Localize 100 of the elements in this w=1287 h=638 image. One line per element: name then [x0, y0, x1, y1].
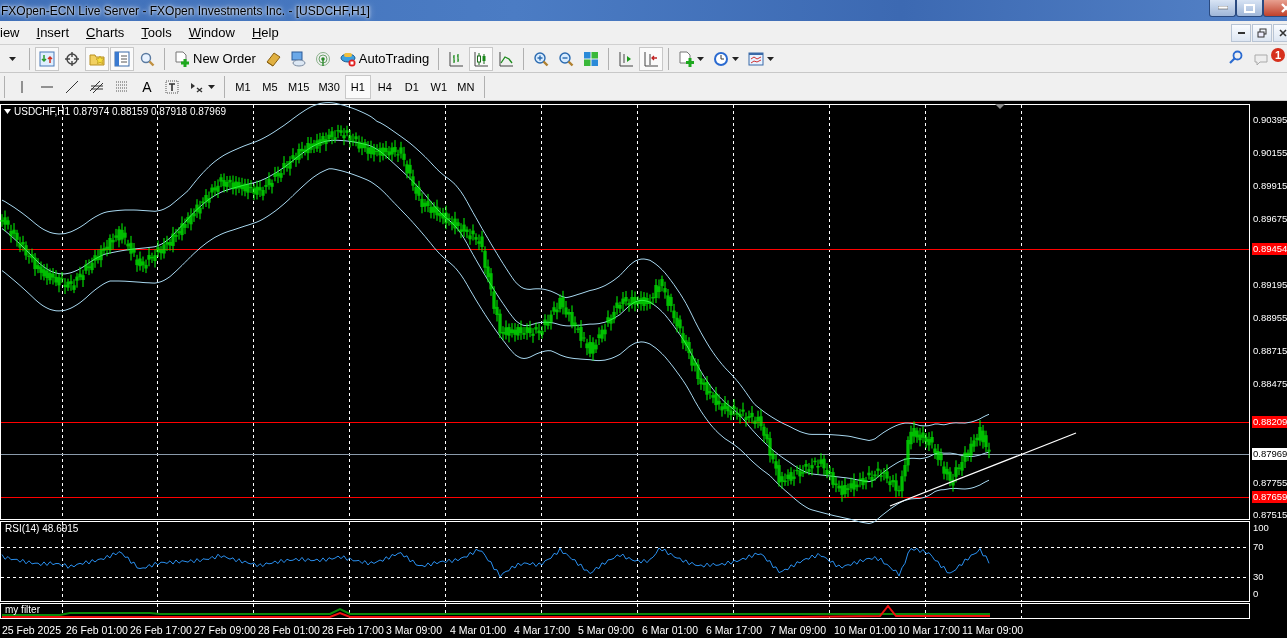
market-watch-icon — [39, 50, 55, 67]
time-label: 28 Feb 17:00 — [322, 624, 385, 636]
search-icon — [1228, 50, 1243, 64]
chat-bubble-icon — [1252, 51, 1269, 66]
minimize-button[interactable] — [1209, 0, 1236, 17]
window-title: FXOpen-ECN Live Server - FXOpen Investments Inc. - [USDCHF,H1] — [0, 3, 370, 18]
zoom-in-icon — [533, 50, 550, 67]
child-minimize-button[interactable] — [1231, 23, 1251, 42]
maximize-button[interactable] — [1236, 0, 1263, 17]
timeframe-tab[interactable]: M1 — [230, 74, 256, 99]
list-window-button[interactable] — [110, 46, 134, 71]
caret-icon — [732, 56, 740, 61]
timeframe-tab[interactable]: MN — [452, 74, 479, 99]
timeframe-tab[interactable]: H1 — [344, 74, 371, 99]
candlestick-button[interactable] — [469, 46, 494, 71]
child-restore-button[interactable] — [1252, 23, 1272, 42]
market-watch-button[interactable] — [35, 46, 59, 71]
time-label: 11 Mar 09:00 — [962, 624, 1025, 636]
list-window-icon — [114, 50, 130, 67]
rsi-scale-label: 30 — [1252, 571, 1265, 583]
robot-stop-button[interactable]: AutoTrading — [335, 46, 434, 71]
minimize-icon — [1217, 6, 1228, 10]
bar-chart-icon — [448, 50, 465, 67]
price-label: 0.88955 — [1252, 312, 1287, 324]
menu-item[interactable]: Window — [180, 25, 244, 40]
current-price-label: 0.87969 — [1252, 448, 1287, 460]
trend-line-icon — [64, 78, 80, 95]
dotted-grid-icon — [114, 78, 130, 95]
shift-arrow-icon — [643, 50, 660, 67]
shift-arrow-button[interactable] — [639, 46, 664, 71]
clock-icon — [713, 50, 730, 67]
folder-star-button[interactable] — [85, 46, 109, 71]
scroll-arrow-icon — [618, 50, 635, 67]
time-label: 5 Mar 09:00 — [578, 624, 636, 636]
price-label: 0.88475 — [1252, 378, 1287, 390]
time-label: 27 Feb 09:00 — [194, 624, 257, 636]
price-label: 0.89915 — [1252, 180, 1287, 192]
line-chart-icon — [498, 50, 515, 67]
channel-lines-icon — [89, 78, 105, 95]
timeframe-tab[interactable]: M30 — [314, 74, 344, 99]
chart-shift-marker-icon[interactable] — [995, 104, 1005, 109]
rsi-label: RSI(14) 48.6915 — [5, 523, 79, 534]
zoom-out-icon — [558, 50, 575, 67]
maximize-icon — [1244, 3, 1255, 13]
rsi-scale-label: 70 — [1252, 541, 1265, 553]
chart-symbol: USDCHF,H1 — [14, 106, 71, 117]
rsi-scale-label: 0 — [1252, 588, 1260, 600]
rsi-scale-label: 100 — [1252, 522, 1270, 534]
menu-item[interactable]: Charts — [78, 25, 134, 40]
close-icon — [1278, 27, 1287, 38]
crosshair-icon — [64, 50, 80, 67]
time-label: 25 Feb 2025 — [2, 624, 62, 636]
time-label: 7 Mar 09:00 — [770, 624, 828, 636]
filter-label: my filter — [5, 604, 40, 615]
timeframe-tab[interactable]: M15 — [284, 74, 314, 99]
menu-item[interactable]: Tools — [133, 25, 181, 40]
price-label: 0.88715 — [1252, 345, 1287, 357]
template-icon — [748, 50, 765, 67]
time-label: 6 Mar 01:00 — [642, 624, 700, 636]
price-label: 0.90395 — [1252, 114, 1287, 126]
timeframe-tab[interactable]: H4 — [371, 74, 398, 99]
time-label: 26 Feb 17:00 — [130, 624, 193, 636]
vertical-line-icon — [21, 80, 23, 93]
time-label: 4 Mar 17:00 — [514, 624, 572, 636]
child-close-button[interactable] — [1273, 23, 1287, 42]
ohlc-values: 0.87974 0.88159 0.87918 0.87969 — [73, 106, 227, 117]
time-label: 3 Mar 09:00 — [386, 624, 444, 636]
new-chart-icon — [678, 50, 695, 67]
candlestick-icon — [473, 50, 490, 67]
minimize-icon — [1237, 31, 1245, 34]
price-level-label: 0.88209 — [1252, 416, 1287, 428]
signal-icon — [314, 50, 331, 67]
horizontal-line-icon — [41, 85, 53, 88]
timeframe-tab[interactable]: W1 — [425, 74, 452, 99]
caret-icon — [8, 56, 16, 61]
monitor-cloud-icon — [289, 50, 306, 67]
price-label: 0.87755 — [1252, 477, 1287, 489]
time-label: 4 Mar 01:00 — [450, 624, 508, 636]
price-label: 0.87515 — [1252, 509, 1287, 521]
timeframe-tab[interactable]: M5 — [257, 74, 283, 99]
text-tool-button[interactable]: A — [135, 74, 159, 99]
menu-item[interactable]: iew — [0, 25, 29, 40]
menu-item[interactable]: Help — [243, 25, 288, 40]
trend-line[interactable] — [889, 432, 1077, 507]
collapse-triangle-icon[interactable] — [4, 109, 11, 114]
time-label: 6 Mar 17:00 — [706, 624, 764, 636]
menu-item[interactable]: Insert — [28, 25, 79, 40]
document-plus-button[interactable]: New Order — [170, 46, 260, 71]
caret-icon — [208, 84, 215, 89]
text-box-icon — [164, 78, 180, 95]
time-label: 28 Feb 01:00 — [258, 624, 321, 636]
price-level-label: 0.89454 — [1252, 243, 1287, 255]
price-label: 0.89675 — [1252, 213, 1287, 225]
caret-icon — [697, 56, 705, 61]
timeframe-tab[interactable]: D1 — [398, 74, 425, 99]
magnifier-icon — [139, 50, 155, 67]
price-level-label: 0.87659 — [1252, 491, 1287, 503]
time-label: 10 Mar 17:00 — [898, 624, 961, 636]
time-label: 26 Feb 01:00 — [66, 624, 129, 636]
tile-grid-icon — [583, 50, 600, 67]
